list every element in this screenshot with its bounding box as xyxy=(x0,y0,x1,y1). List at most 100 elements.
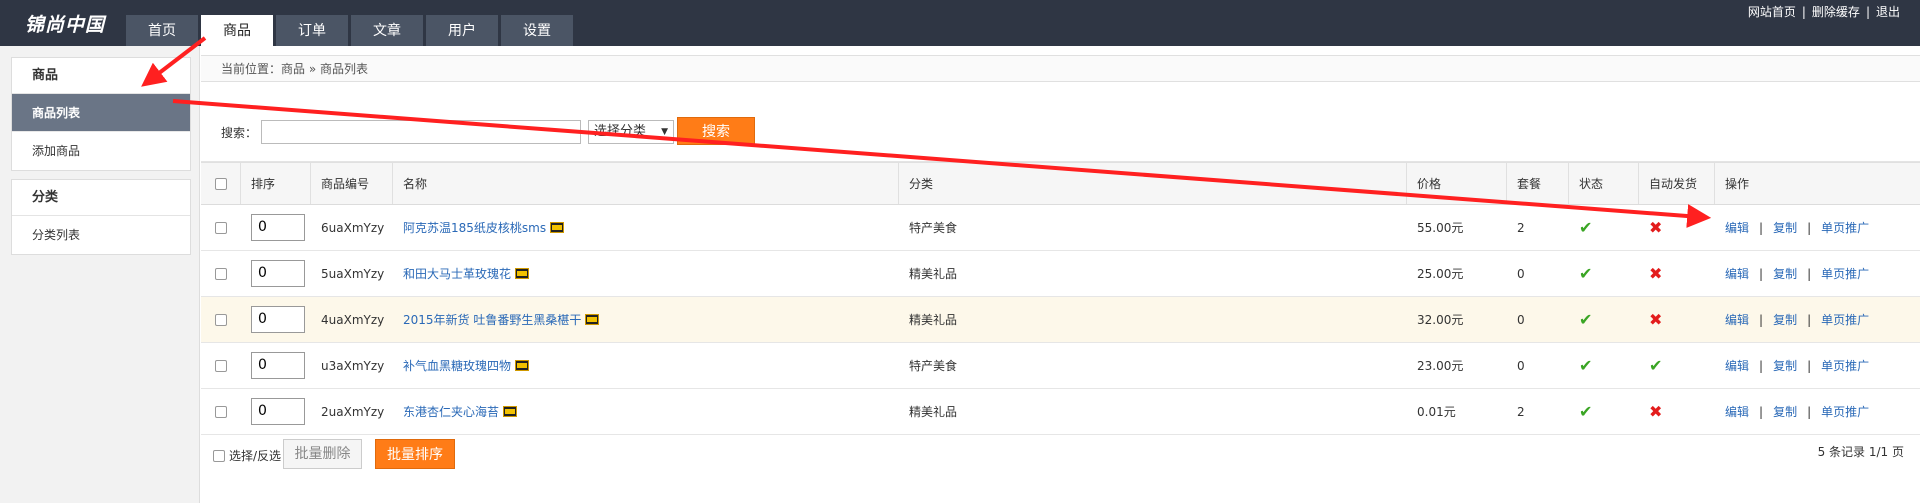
row-checkbox-cell xyxy=(201,251,241,296)
actions-cell: 编辑 | 复制 | 单页推广 xyxy=(1715,343,1920,388)
copy-link[interactable]: 复制 xyxy=(1773,219,1797,236)
image-icon[interactable] xyxy=(550,222,565,233)
table-row: 0 u3aXmYzy 补气血黑糖玫瑰四物 特产美食 23.00元 0 ✔ ✔ 编… xyxy=(201,343,1920,389)
column-header-price: 价格 xyxy=(1407,163,1507,204)
row-checkbox[interactable] xyxy=(215,405,227,418)
select-toggle-checkbox[interactable] xyxy=(213,449,225,462)
status-cell: ✔ xyxy=(1569,343,1639,388)
clear-cache-link[interactable]: 删除缓存 xyxy=(1812,5,1860,19)
row-checkbox-cell xyxy=(201,297,241,342)
product-name-link[interactable]: 2015年新货 吐鲁番野生黑桑椹干 xyxy=(403,311,581,328)
search-button[interactable]: 搜索 xyxy=(677,117,755,145)
cross-icon[interactable]: ✖ xyxy=(1649,402,1662,421)
sort-input[interactable]: 0 xyxy=(251,352,305,379)
promote-link[interactable]: 单页推广 xyxy=(1821,219,1869,236)
top-links: 网站首页 | 删除缓存 | 退出 xyxy=(1748,3,1900,20)
search-label: 搜索： xyxy=(221,126,258,140)
site-home-link[interactable]: 网站首页 xyxy=(1748,5,1796,19)
copy-link[interactable]: 复制 xyxy=(1773,357,1797,374)
product-package: 0 xyxy=(1517,312,1525,327)
status-cell: ✔ xyxy=(1569,297,1639,342)
search-input[interactable] xyxy=(261,120,581,144)
sort-input[interactable]: 0 xyxy=(251,306,305,333)
pagination-info: 5 条记录 1/1 页 xyxy=(1817,445,1904,459)
copy-link[interactable]: 复制 xyxy=(1773,403,1797,420)
product-price: 0.01元 xyxy=(1417,405,1456,419)
select-toggle[interactable]: 选择/反选 xyxy=(213,447,281,464)
nav-tab-home[interactable]: 首页 xyxy=(126,15,198,46)
nav-tab-settings[interactable]: 设置 xyxy=(501,15,573,46)
promote-link[interactable]: 单页推广 xyxy=(1821,357,1869,374)
product-price: 55.00元 xyxy=(1417,221,1464,235)
sidebar-item-product-list[interactable]: 商品列表 xyxy=(12,94,190,132)
promote-link[interactable]: 单页推广 xyxy=(1821,403,1869,420)
nav-tab-products[interactable]: 商品 xyxy=(201,15,273,46)
check-icon[interactable]: ✔ xyxy=(1579,356,1592,375)
breadcrumb: 当前位置：商品 » 商品列表 xyxy=(201,55,1920,82)
cross-icon[interactable]: ✖ xyxy=(1649,264,1662,283)
row-checkbox[interactable] xyxy=(215,221,227,234)
status-cell: ✔ xyxy=(1569,251,1639,296)
sort-input[interactable]: 0 xyxy=(251,260,305,287)
action-separator: | xyxy=(1807,358,1812,373)
edit-link[interactable]: 编辑 xyxy=(1725,265,1749,282)
logout-link[interactable]: 退出 xyxy=(1876,5,1900,19)
table-row: 0 5uaXmYzy 和田大马士革玫瑰花 精美礼品 25.00元 0 ✔ ✖ 编… xyxy=(201,251,1920,297)
nav-tab-users[interactable]: 用户 xyxy=(426,15,498,46)
main-nav: 首页 商品 订单 文章 用户 设置 xyxy=(126,15,573,46)
image-icon[interactable] xyxy=(585,314,600,325)
edit-link[interactable]: 编辑 xyxy=(1725,311,1749,328)
nav-tab-articles[interactable]: 文章 xyxy=(351,15,423,46)
column-header-package: 套餐 xyxy=(1507,163,1569,204)
row-checkbox[interactable] xyxy=(215,267,227,280)
product-category: 特产美食 xyxy=(909,359,958,373)
image-icon[interactable] xyxy=(515,268,530,279)
sort-input[interactable]: 0 xyxy=(251,398,305,425)
nav-tab-orders[interactable]: 订单 xyxy=(276,15,348,46)
select-all-checkbox[interactable] xyxy=(214,177,227,190)
edit-link[interactable]: 编辑 xyxy=(1725,403,1749,420)
copy-link[interactable]: 复制 xyxy=(1773,265,1797,282)
product-category: 精美礼品 xyxy=(909,405,958,419)
sidebar-group-title: 分类 xyxy=(12,180,190,216)
breadcrumb-prefix: 当前位置： xyxy=(221,62,282,76)
row-checkbox[interactable] xyxy=(215,359,227,372)
product-name-link[interactable]: 补气血黑糖玫瑰四物 xyxy=(403,357,511,374)
batch-sort-button[interactable]: 批量排序 xyxy=(375,439,455,469)
product-package: 2 xyxy=(1517,220,1525,235)
check-icon[interactable]: ✔ xyxy=(1579,402,1592,421)
auto-ship-cell: ✖ xyxy=(1639,297,1715,342)
promote-link[interactable]: 单页推广 xyxy=(1821,265,1869,282)
image-icon[interactable] xyxy=(503,406,518,417)
row-checkbox[interactable] xyxy=(215,313,227,326)
product-table: 排序 商品编号 名称 分类 价格 套餐 状态 自动发货 操作 0 6uaXmYz… xyxy=(201,162,1920,435)
header-checkbox-cell xyxy=(201,163,241,204)
product-name-link[interactable]: 和田大马士革玫瑰花 xyxy=(403,265,511,282)
product-package: 0 xyxy=(1517,266,1525,281)
sort-input[interactable]: 0 xyxy=(251,214,305,241)
check-icon[interactable]: ✔ xyxy=(1579,218,1592,237)
sort-cell: 0 xyxy=(241,343,311,388)
category-select[interactable]: 选择分类 ▼ xyxy=(588,120,674,144)
check-icon[interactable]: ✔ xyxy=(1579,310,1592,329)
status-cell: ✔ xyxy=(1569,389,1639,434)
sidebar-item-category-list[interactable]: 分类列表 xyxy=(12,216,190,254)
product-name-link[interactable]: 东港杏仁夹心海苔 xyxy=(403,403,499,420)
image-icon[interactable] xyxy=(515,360,530,371)
top-link-separator: | xyxy=(1865,5,1870,19)
cross-icon[interactable]: ✖ xyxy=(1649,218,1662,237)
edit-link[interactable]: 编辑 xyxy=(1725,219,1749,236)
action-separator: | xyxy=(1759,266,1764,281)
edit-link[interactable]: 编辑 xyxy=(1725,357,1749,374)
product-name-link[interactable]: 阿克苏温185纸皮核桃sms xyxy=(403,219,546,236)
copy-link[interactable]: 复制 xyxy=(1773,311,1797,328)
batch-delete-button[interactable]: 批量删除 xyxy=(283,439,362,469)
breadcrumb-item[interactable]: 商品 xyxy=(281,62,305,76)
check-icon[interactable]: ✔ xyxy=(1649,356,1662,375)
sidebar-item-add-product[interactable]: 添加商品 xyxy=(12,132,190,170)
promote-link[interactable]: 单页推广 xyxy=(1821,311,1869,328)
check-icon[interactable]: ✔ xyxy=(1579,264,1592,283)
product-package: 2 xyxy=(1517,404,1525,419)
column-header-sort: 排序 xyxy=(241,163,311,204)
cross-icon[interactable]: ✖ xyxy=(1649,310,1662,329)
